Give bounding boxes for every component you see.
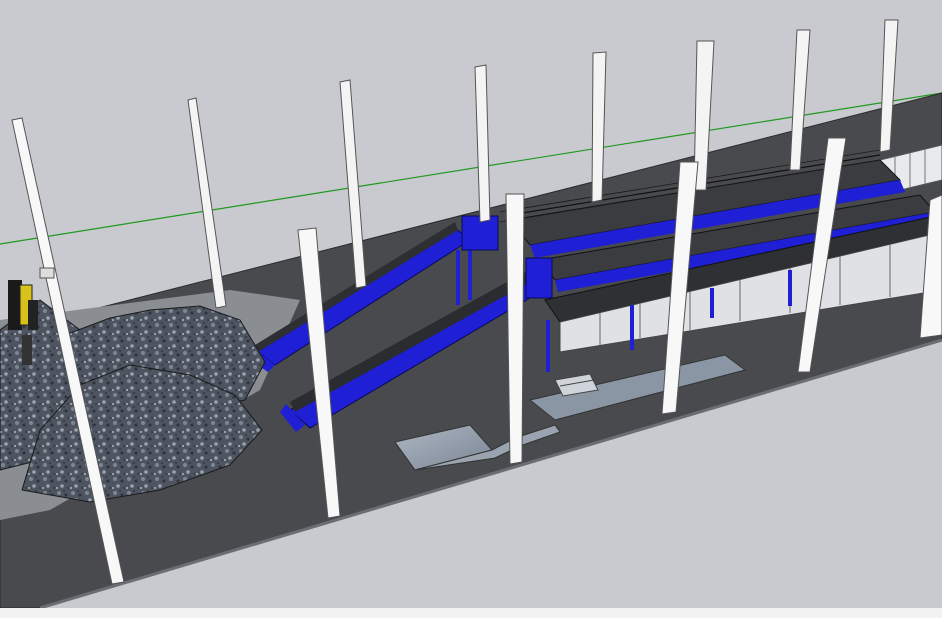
3d-viewport[interactable] [0, 0, 942, 608]
scene-canvas [0, 19, 942, 608]
column-collar [39, 267, 55, 279]
transfer-tower-front [525, 257, 553, 299]
status-strip [0, 608, 942, 618]
